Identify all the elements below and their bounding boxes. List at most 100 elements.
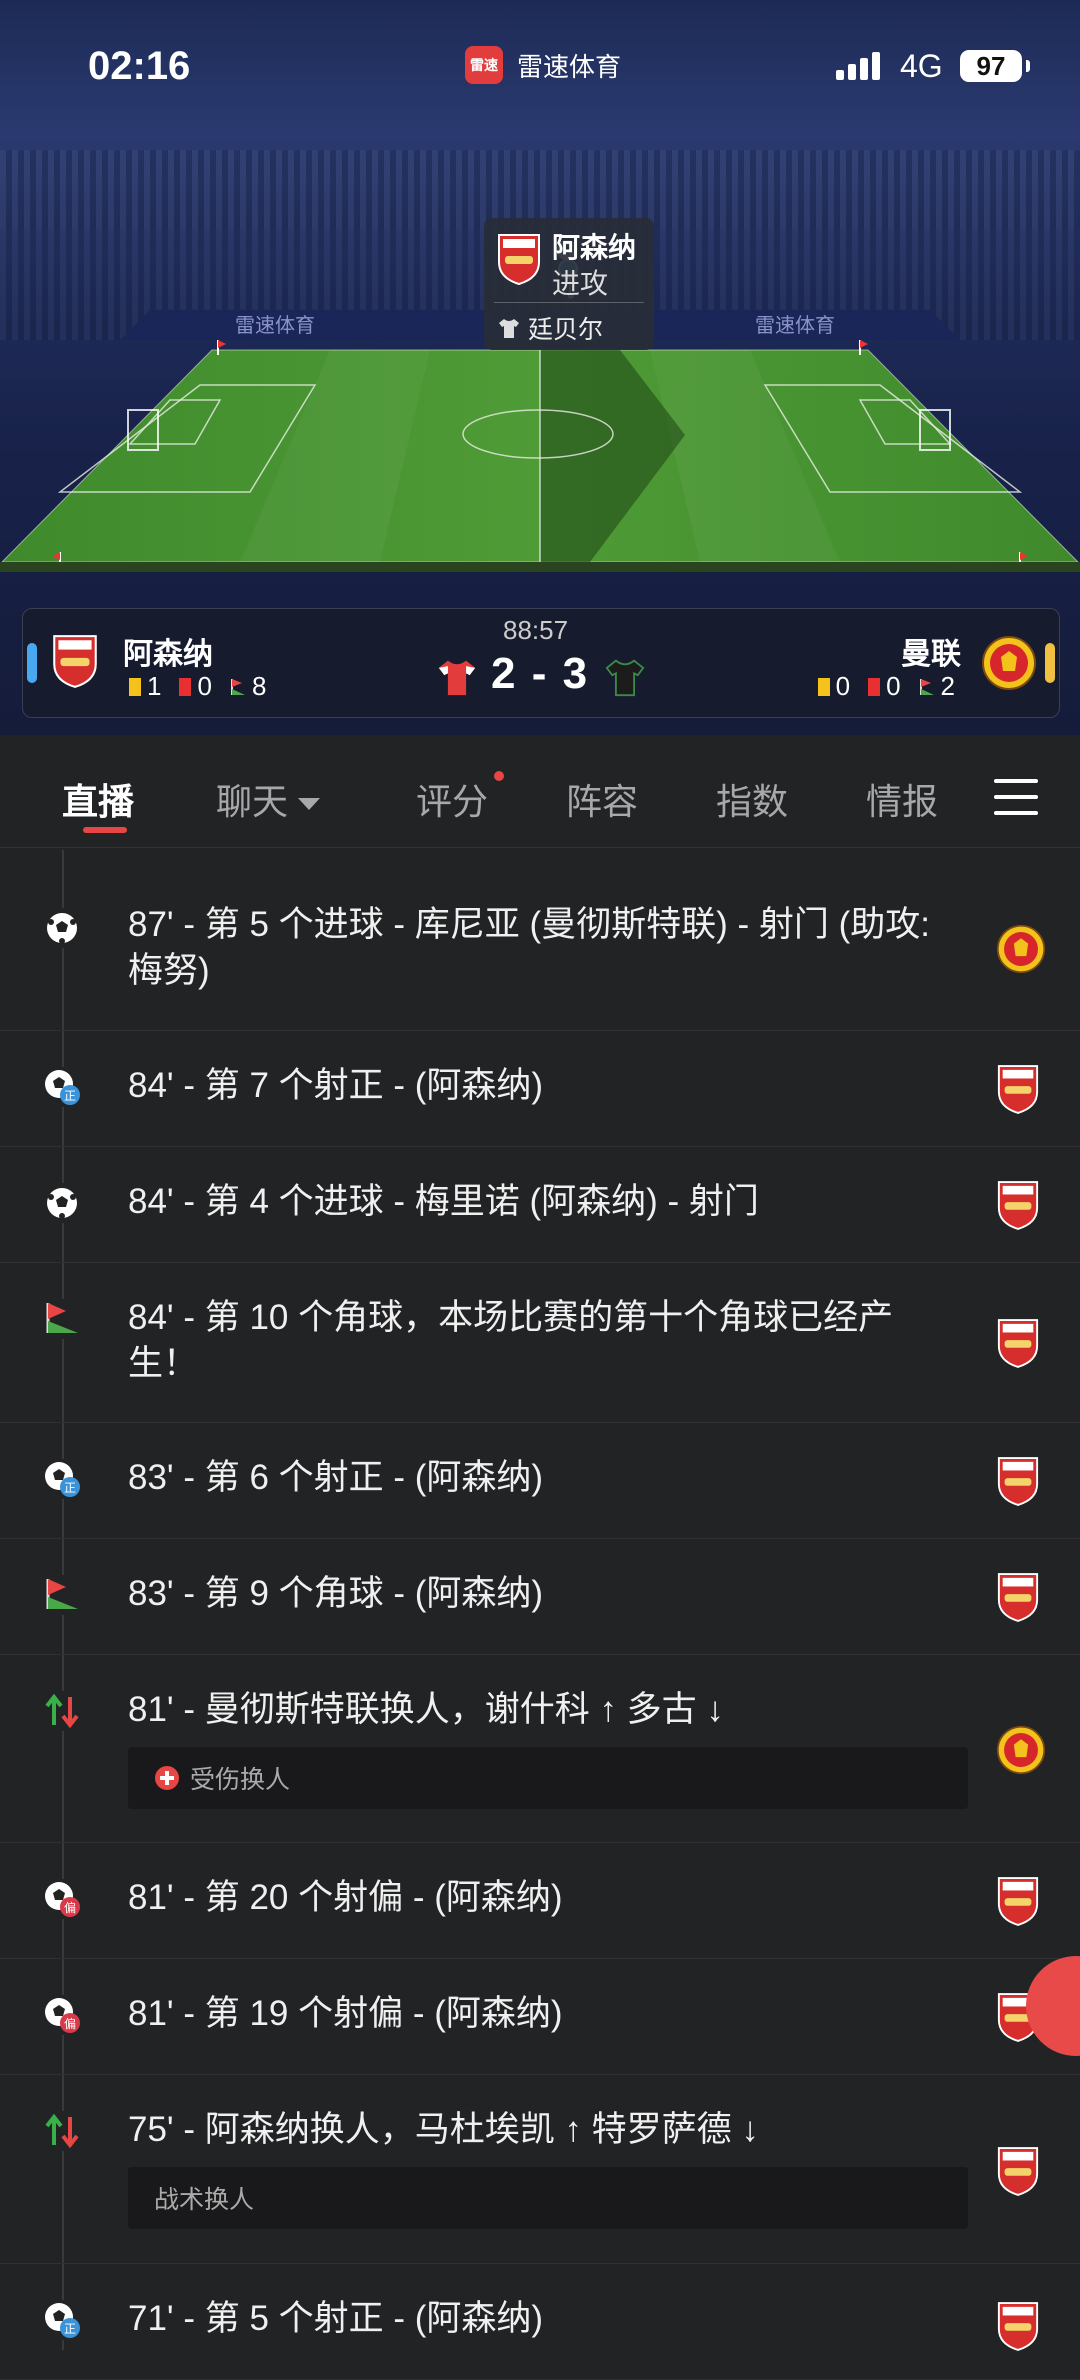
card-divider: [494, 302, 644, 303]
goal-icon: [42, 1183, 82, 1223]
event-text: 84' - 第 4 个进球 - 梅里诺 (阿森纳) - 射门: [128, 1182, 759, 1221]
event-text: 71' - 第 5 个射正 - (阿森纳): [128, 2299, 544, 2338]
tab-lineup[interactable]: 阵容: [566, 773, 638, 825]
event-row: 正 83' - 第 6 个射正 - (阿森纳): [0, 1423, 1080, 1539]
match-clock: 88:57: [503, 615, 569, 645]
event-text: 83' - 第 6 个射正 - (阿森纳): [128, 1458, 544, 1497]
event-team-crest: [996, 1455, 1040, 1512]
substitution-note: 战术换人: [128, 2167, 968, 2229]
yellow-card-icon: [817, 677, 830, 696]
corner-flag-icon: [42, 1299, 82, 1339]
arsenal-crest-icon: [498, 234, 540, 286]
clock: 02:16: [88, 44, 191, 88]
away-team-stats: 0 0 2: [817, 671, 955, 702]
arsenal-crest-icon: [997, 1457, 1039, 1506]
event-row: 81' - 曼彻斯特联换人，谢什科 ↑ 多古 ↓ 受伤换人: [0, 1655, 1080, 1843]
manutd-crest-icon: [982, 636, 1036, 690]
event-team-crest: [996, 1875, 1040, 1932]
arsenal-crest-icon: [997, 2302, 1039, 2351]
event-row: 正 84' - 第 7 个射正 - (阿森纳): [0, 1031, 1080, 1147]
red-card-icon: [868, 677, 881, 696]
match-animation-panel: 02:16 雷速 雷速体育 4G 97 雷速体育 雷速体育 阿森纳 进攻 廷贝尔…: [0, 0, 1080, 735]
tab-bar: 直播 聊天 评分 阵容 指数 情报: [0, 735, 1080, 848]
away-red-count: 0: [886, 671, 901, 701]
event-row: 87' - 第 5 个进球 - 库尼亚 (曼彻斯特联) - 射门 (助攻: 梅努…: [0, 852, 1080, 1031]
signal-icon: [836, 52, 880, 80]
substitution-reason: 战术换人: [154, 2186, 255, 2214]
away-side-marker: [1045, 643, 1055, 683]
chevron-down-icon: [298, 798, 321, 811]
substitution-icon: [42, 2111, 82, 2151]
home-team-name: 阿森纳: [123, 638, 213, 671]
watermark-right: 雷速体育: [755, 314, 835, 337]
shot-on-target-icon: 正: [42, 2300, 82, 2340]
event-row: 偏 81' - 第 20 个射偏 - (阿森纳): [0, 1843, 1080, 1959]
event-text: 84' - 第 10 个角球，本场比赛的第十个角球已经产生！: [128, 1298, 894, 1383]
home-team-stats: 1 0 8: [129, 671, 266, 702]
event-team-crest: [996, 1063, 1040, 1120]
event-team-crest: [996, 1725, 1046, 1780]
event-row: 84' - 第 10 个角球，本场比赛的第十个角球已经产生！: [0, 1263, 1080, 1423]
corner-icon: [919, 678, 934, 695]
yellow-card-icon: [129, 677, 141, 696]
svg-text:正: 正: [64, 1481, 76, 1495]
event-row: 偏 81' - 第 19 个射偏 - (阿森纳): [0, 1959, 1080, 2075]
tab-odds[interactable]: 指数: [716, 773, 788, 825]
status-bar: 02:16 雷速 雷速体育 4G 97: [0, 0, 1080, 130]
event-team-crest: [996, 1179, 1040, 1236]
manutd-crest-icon: [996, 1725, 1046, 1775]
event-row: 84' - 第 4 个进球 - 梅里诺 (阿森纳) - 射门: [0, 1147, 1080, 1263]
attack-status-card: 阿森纳 进攻 廷贝尔: [484, 218, 654, 350]
home-yellow-count: 1: [147, 671, 162, 701]
event-team-crest: [996, 2145, 1040, 2202]
substitution-reason: 受伤换人: [190, 1766, 291, 1794]
watermark-left: 雷速体育: [235, 314, 315, 337]
event-text: 81' - 第 20 个射偏 - (阿森纳): [128, 1878, 563, 1917]
network-type: 4G: [900, 48, 943, 84]
tab-chat[interactable]: 聊天: [216, 773, 321, 825]
event-team-crest: [996, 2300, 1040, 2357]
active-tab-indicator: [83, 827, 127, 833]
arsenal-crest-icon: [997, 1877, 1039, 1926]
attacking-team-name: 阿森纳: [552, 232, 637, 263]
shot-off-target-icon: 偏: [42, 1995, 82, 2035]
home-side-marker: [27, 643, 37, 683]
event-text: 84' - 第 7 个射正 - (阿森纳): [128, 1066, 544, 1105]
home-corner-count: 8: [251, 671, 267, 701]
tab-live[interactable]: 直播: [62, 773, 134, 825]
app-logo-icon: 雷速: [465, 46, 503, 84]
tab-intel[interactable]: 情报: [866, 773, 938, 825]
attacking-player: 廷贝尔: [498, 310, 603, 346]
arsenal-crest-icon: [997, 2147, 1039, 2196]
event-text: 81' - 第 19 个射偏 - (阿森纳): [128, 1994, 563, 2033]
red-card-icon: [179, 677, 192, 696]
tab-ratings[interactable]: 评分: [416, 773, 488, 825]
app-indicator: 雷速 雷速体育: [465, 46, 621, 84]
menu-icon[interactable]: [994, 779, 1038, 827]
away-yellow-count: 0: [835, 671, 851, 701]
event-text: 75' - 阿森纳换人，马杜埃凯 ↑ 特罗萨德 ↓: [128, 2110, 759, 2149]
corner-flag-icon: [42, 1575, 82, 1615]
injury-icon: [155, 1766, 179, 1790]
notification-dot: [494, 771, 504, 781]
attacking-player-name: 廷贝尔: [528, 316, 604, 344]
away-team-name: 曼联: [901, 638, 961, 671]
event-text: 83' - 第 9 个角球 - (阿森纳): [128, 1574, 544, 1613]
arsenal-crest-icon: [53, 635, 97, 689]
away-corner-count: 2: [940, 671, 955, 701]
battery-icon: 97: [960, 50, 1030, 82]
arsenal-crest-icon: [997, 1573, 1039, 1622]
substitution-icon: [42, 1691, 82, 1731]
svg-text:正: 正: [64, 1089, 76, 1103]
app-name: 雷速体育: [517, 51, 622, 82]
event-team-crest: [996, 924, 1046, 979]
arsenal-crest-icon: [997, 1319, 1039, 1368]
substitution-note: 受伤换人: [128, 1747, 968, 1809]
event-team-crest: [996, 1571, 1040, 1628]
manutd-crest-icon: [996, 924, 1046, 974]
event-team-crest: [996, 1317, 1040, 1374]
event-row: 83' - 第 9 个角球 - (阿森纳): [0, 1539, 1080, 1655]
event-text: 81' - 曼彻斯特联换人，谢什科 ↑ 多古 ↓: [128, 1690, 724, 1729]
home-shirt-icon: [438, 660, 476, 696]
attack-state-label: 进攻: [552, 268, 609, 299]
